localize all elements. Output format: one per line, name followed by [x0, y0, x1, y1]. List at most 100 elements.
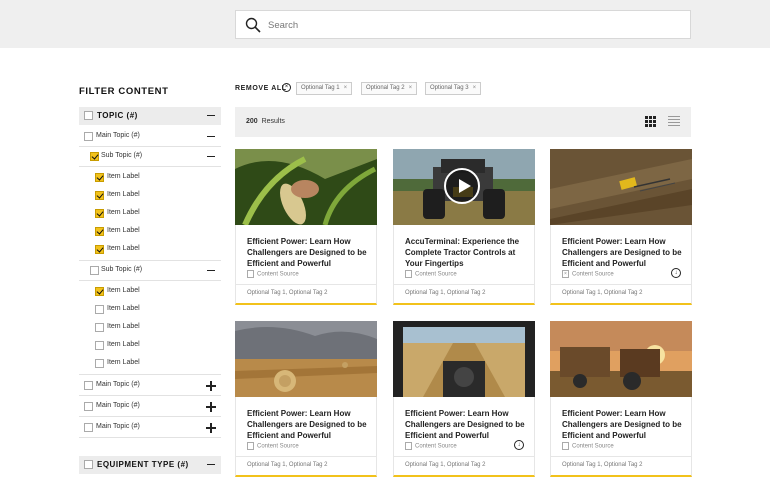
item-row[interactable]: Item Label: [79, 240, 221, 261]
card-image[interactable]: [550, 321, 692, 397]
item-checkbox[interactable]: [95, 323, 104, 332]
card-tags: Optional Tag 1, Optional Tag 2: [405, 462, 486, 468]
main-topic-row[interactable]: Main Topic (#): [79, 127, 221, 147]
top-bar: [0, 0, 770, 48]
item-row[interactable]: Item Label: [79, 204, 221, 224]
main-topic-checkbox[interactable]: [84, 402, 93, 411]
card-image[interactable]: [235, 321, 377, 397]
item-checkbox[interactable]: [95, 341, 104, 350]
main-topic-row[interactable]: Main Topic (#): [79, 375, 221, 396]
results-count: 200 Results: [246, 118, 285, 125]
main-topic-label: Main Topic (#): [96, 402, 140, 409]
equipment-type-label: EQUIPMENT TYPE (#): [97, 460, 189, 469]
item-checkbox[interactable]: [95, 209, 104, 218]
item-row[interactable]: Item Label: [79, 168, 221, 188]
card-source-label: Content Source: [257, 271, 299, 278]
item-row[interactable]: Item Label: [79, 336, 221, 356]
collapse-icon[interactable]: [207, 136, 215, 138]
main-topic-row[interactable]: Main Topic (#): [79, 417, 221, 438]
sub-topic-row[interactable]: Sub Topic (#): [79, 147, 221, 167]
card-title[interactable]: Efficient Power: Learn How Challengers a…: [247, 408, 367, 441]
item-checkbox[interactable]: [95, 359, 104, 368]
card-title[interactable]: Efficient Power: Learn How Challengers a…: [405, 408, 525, 441]
close-icon[interactable]: ×: [344, 85, 348, 91]
content-card[interactable]: AccuTerminal: Experience the Complete Tr…: [393, 149, 535, 305]
expand-icon[interactable]: [206, 423, 216, 433]
main-topic-row[interactable]: Main Topic (#): [79, 396, 221, 417]
equipment-type-filter-header[interactable]: EQUIPMENT TYPE (#): [79, 456, 221, 474]
sub-topic-checkbox[interactable]: [90, 266, 99, 275]
download-icon[interactable]: ↓: [671, 268, 681, 278]
remove-all-button[interactable]: REMOVE ALL: [235, 85, 287, 92]
card-source-label: Content Source: [257, 443, 299, 450]
item-label: Item Label: [107, 209, 140, 216]
content-card[interactable]: Efficient Power: Learn How Challengers a…: [393, 321, 535, 477]
content-card[interactable]: Efficient Power: Learn How Challengers a…: [550, 149, 692, 305]
main-topic-checkbox[interactable]: [84, 381, 93, 390]
collapse-icon[interactable]: [207, 115, 215, 117]
sub-topic-row[interactable]: Sub Topic (#): [79, 261, 221, 281]
sub-topic-checkbox[interactable]: [90, 152, 99, 161]
main-topic-checkbox[interactable]: [84, 423, 93, 432]
remove-all-icon[interactable]: ×: [282, 83, 291, 92]
item-checkbox[interactable]: [95, 245, 104, 254]
download-icon[interactable]: ↓: [514, 440, 524, 450]
list-view-icon[interactable]: [668, 116, 680, 127]
card-image[interactable]: [235, 149, 377, 225]
item-row[interactable]: Item Label: [79, 222, 221, 242]
close-icon[interactable]: ×: [473, 85, 477, 91]
play-icon[interactable]: [444, 168, 480, 204]
card-title[interactable]: Efficient Power: Learn How Challengers a…: [562, 236, 682, 269]
item-checkbox[interactable]: [95, 287, 104, 296]
filter-tag[interactable]: Optional Tag 3 ×: [425, 82, 482, 95]
item-row[interactable]: Item Label: [79, 318, 221, 338]
card-title[interactable]: Efficient Power: Learn How Challengers a…: [247, 236, 367, 269]
filter-tag[interactable]: Optional Tag 2 ×: [361, 82, 418, 95]
item-row[interactable]: Item Label: [79, 282, 221, 302]
search-input[interactable]: [268, 15, 668, 35]
card-image[interactable]: [393, 321, 535, 397]
filter-tag[interactable]: Optional Tag 1 ×: [296, 82, 353, 95]
content-card[interactable]: Efficient Power: Learn How Challengers a…: [550, 321, 692, 477]
close-icon[interactable]: ×: [409, 85, 413, 91]
card-divider: [394, 284, 534, 285]
item-checkbox[interactable]: [95, 227, 104, 236]
item-row[interactable]: Item Label: [79, 186, 221, 206]
filter-content-title: FILTER CONTENT: [79, 86, 169, 97]
card-source: Content Source: [562, 442, 614, 450]
item-label: Item Label: [107, 359, 140, 366]
item-checkbox[interactable]: [95, 191, 104, 200]
item-label: Item Label: [107, 341, 140, 348]
collapse-icon[interactable]: [207, 464, 215, 466]
item-row[interactable]: Item Label: [79, 354, 221, 375]
topic-label: TOPIC (#): [97, 111, 138, 120]
expand-icon[interactable]: [206, 381, 216, 391]
card-source: × Content Source: [562, 270, 614, 278]
search-box[interactable]: [235, 10, 691, 39]
topic-checkbox[interactable]: [84, 111, 93, 120]
card-tags: Optional Tag 1, Optional Tag 2: [405, 290, 486, 296]
collapse-icon[interactable]: [207, 156, 215, 158]
spreadsheet-icon: ×: [562, 270, 569, 278]
item-checkbox[interactable]: [95, 173, 104, 182]
main-topic-checkbox[interactable]: [84, 132, 93, 141]
content-card[interactable]: Efficient Power: Learn How Challengers a…: [235, 321, 377, 477]
expand-icon[interactable]: [206, 402, 216, 412]
card-divider: [551, 284, 691, 285]
card-image[interactable]: [550, 149, 692, 225]
card-title[interactable]: AccuTerminal: Experience the Complete Tr…: [405, 236, 525, 269]
content-card[interactable]: Efficient Power: Learn How Challengers a…: [235, 149, 377, 305]
item-row[interactable]: Item Label: [79, 300, 221, 320]
card-source-label: Content Source: [415, 443, 457, 450]
card-title[interactable]: Efficient Power: Learn How Challengers a…: [562, 408, 682, 441]
video-icon: [405, 270, 412, 278]
item-checkbox[interactable]: [95, 305, 104, 314]
grid-view-icon[interactable]: [645, 116, 656, 127]
sub-topic-label: Sub Topic (#): [101, 152, 143, 159]
collapse-icon[interactable]: [207, 270, 215, 272]
search-icon[interactable]: [245, 17, 261, 33]
equipment-type-checkbox[interactable]: [84, 460, 93, 469]
card-image[interactable]: [393, 149, 535, 225]
topic-filter-header[interactable]: TOPIC (#): [79, 107, 221, 125]
item-label: Item Label: [107, 305, 140, 312]
